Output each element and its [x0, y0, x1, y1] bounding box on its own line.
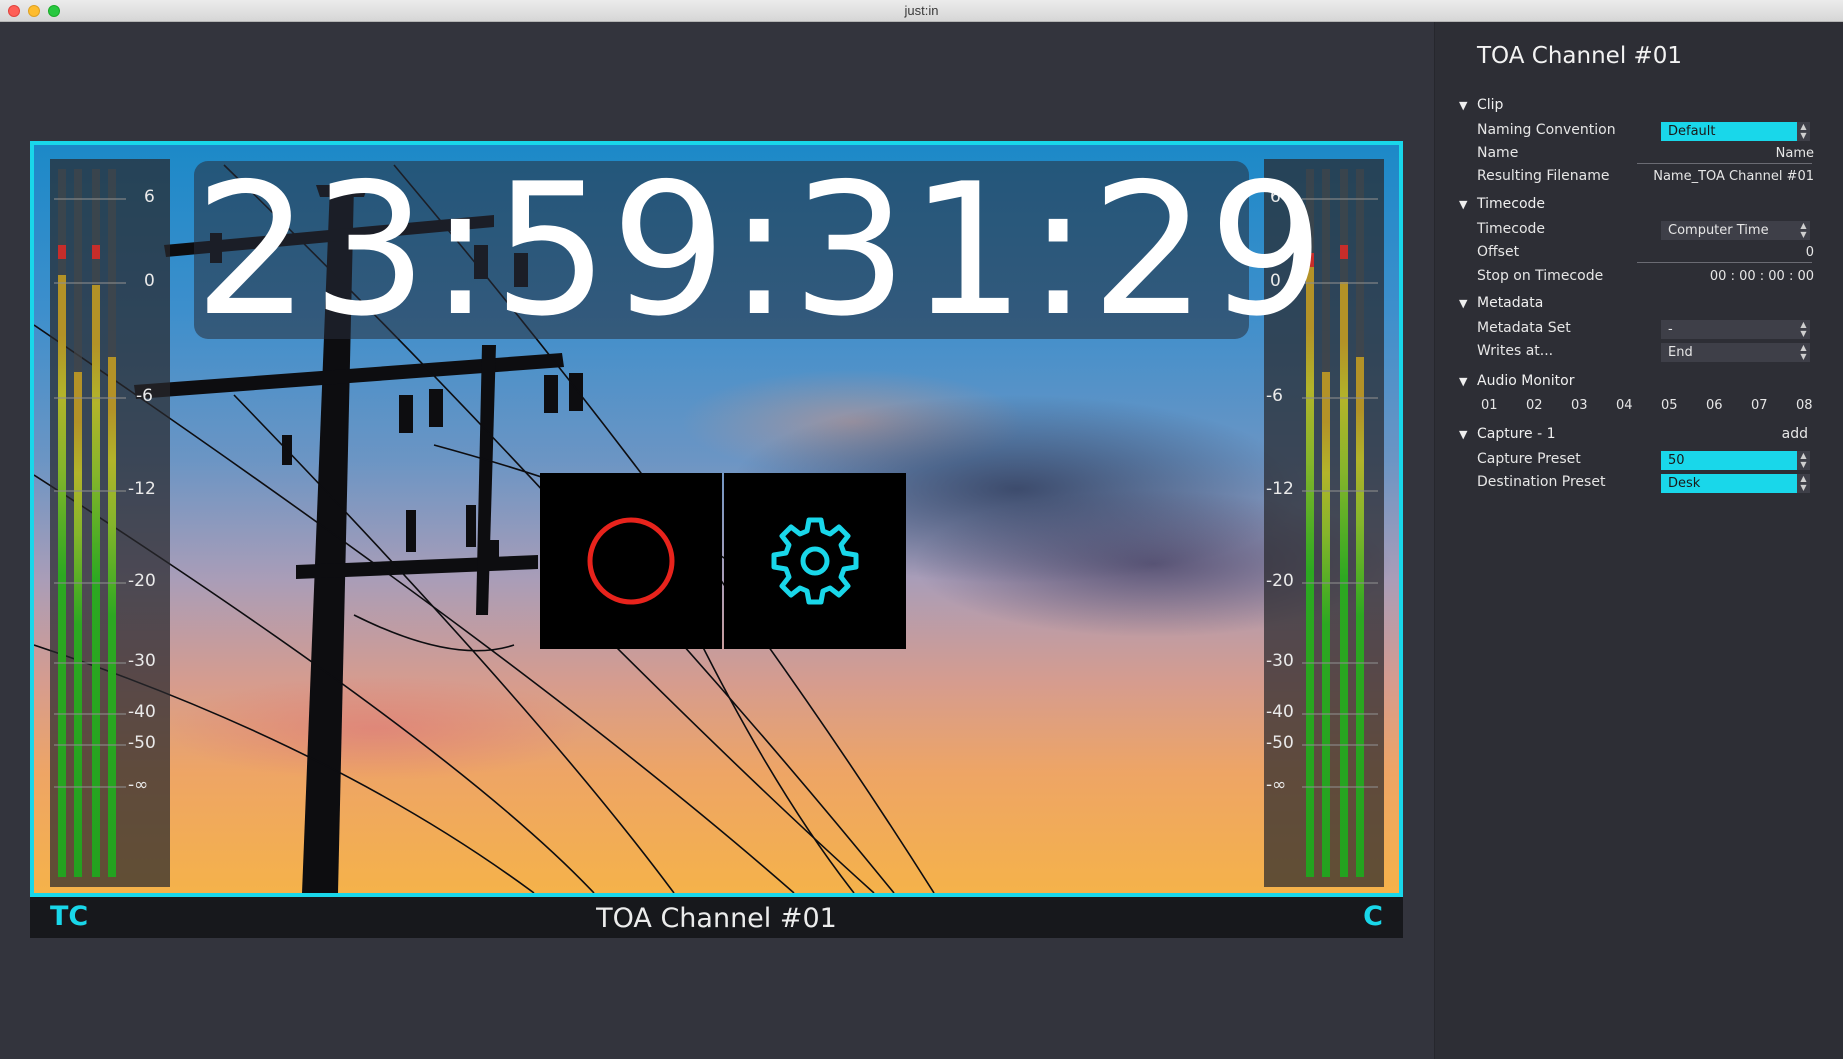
naming-convention-label: Naming Convention	[1477, 122, 1616, 138]
naming-convention-select[interactable]: Default	[1661, 122, 1801, 141]
settings-button[interactable]	[724, 473, 906, 649]
meter-scale-label: -50	[1266, 733, 1294, 753]
inspector-panel: TOA Channel #01 ▼ Clip Naming Convention …	[1434, 22, 1843, 1059]
offset-label: Offset	[1477, 244, 1520, 260]
offset-field[interactable]: 0	[1806, 245, 1814, 260]
meter-scale-label: 6	[144, 187, 155, 207]
capture-preset-select[interactable]: 50	[1661, 451, 1801, 470]
meter-scale-label: -30	[1266, 651, 1294, 671]
stepper-icon[interactable]: ▲ ▼	[1797, 343, 1810, 362]
meter-scale-label: -6	[136, 386, 153, 406]
channel-status-bar: TC TOA Channel #01 C	[30, 897, 1403, 938]
timecode-source-select[interactable]: Computer Time	[1661, 221, 1801, 240]
audio-channel-04[interactable]: 04	[1616, 398, 1633, 413]
stepper-icon[interactable]: ▲ ▼	[1797, 122, 1810, 141]
audio-channel-05[interactable]: 05	[1661, 398, 1678, 413]
window-titlebar: just:in	[0, 0, 1843, 22]
writes-at-select[interactable]: End	[1661, 343, 1801, 362]
stepper-icon[interactable]: ▲ ▼	[1797, 451, 1810, 470]
disclosure-triangle-icon: ▼	[1459, 198, 1468, 211]
writes-at-label: Writes at...	[1477, 343, 1554, 359]
metadata-set-label: Metadata Set	[1477, 320, 1571, 336]
stop-on-timecode-label: Stop on Timecode	[1477, 268, 1604, 284]
meter-bar	[58, 169, 66, 877]
meter-scale-label: -6	[1266, 386, 1283, 406]
metadata-set-select[interactable]: -	[1661, 320, 1801, 339]
stepper-icon[interactable]: ▲ ▼	[1797, 320, 1810, 339]
name-label: Name	[1477, 145, 1519, 161]
add-capture-button[interactable]: add	[1782, 426, 1808, 442]
audio-channel-08[interactable]: 08	[1796, 398, 1813, 413]
record-button[interactable]	[540, 473, 722, 649]
meter-bar	[1340, 169, 1348, 877]
audio-channel-02[interactable]: 02	[1526, 398, 1543, 413]
meter-scale-label: -12	[128, 479, 156, 499]
timecode-display: 23:59:31:29	[194, 144, 1327, 356]
stepper-icon[interactable]: ▲ ▼	[1797, 474, 1810, 493]
stepper-icon[interactable]: ▲ ▼	[1797, 221, 1810, 240]
resulting-filename-label: Resulting Filename	[1477, 168, 1610, 184]
record-circle-icon	[587, 517, 675, 605]
audio-channel-07[interactable]: 07	[1751, 398, 1768, 413]
meter-scale-label: -20	[1266, 571, 1294, 591]
disclosure-triangle-icon: ▼	[1459, 297, 1468, 310]
meter-scale-label: -12	[1266, 479, 1294, 499]
meter-scale-label: -∞	[1266, 775, 1287, 795]
name-field[interactable]: Name	[1776, 146, 1814, 161]
section-audio-monitor-toggle[interactable]: ▼ Audio Monitor	[1459, 373, 1574, 389]
channel-name: TOA Channel #01	[596, 903, 837, 934]
meter-scale-label: 0	[144, 271, 155, 291]
audio-channel-06[interactable]: 06	[1706, 398, 1723, 413]
stop-on-timecode-field[interactable]: 00 : 00 : 00 : 00	[1710, 269, 1814, 284]
audio-channel-03[interactable]: 03	[1571, 398, 1588, 413]
meter-scale-label: -50	[128, 733, 156, 753]
audio-meter-left: 6 0 -6 -12 -20 -30 -40 -50 -∞	[50, 159, 170, 887]
meter-scale-label: -20	[128, 571, 156, 591]
section-clip-toggle[interactable]: ▼ Clip	[1459, 97, 1503, 113]
window-title: just:in	[904, 3, 939, 18]
timecode-source-label: Timecode	[1477, 221, 1546, 237]
meter-bar	[74, 169, 82, 877]
panel-title: TOA Channel #01	[1477, 43, 1683, 69]
channel-indicator: C	[1363, 901, 1383, 932]
meter-scale-label: -30	[128, 651, 156, 671]
destination-preset-select[interactable]: Desk	[1661, 474, 1801, 493]
meter-scale-label: -40	[1266, 702, 1294, 722]
gear-icon	[771, 517, 859, 605]
disclosure-triangle-icon: ▼	[1459, 375, 1468, 388]
meter-bar	[108, 169, 116, 877]
video-preview[interactable]: 6 0 -6 -12 -20 -30 -40 -50 -∞ 6 0 -6 -12…	[30, 141, 1403, 897]
audio-channel-01[interactable]: 01	[1481, 398, 1498, 413]
meter-scale-label: -∞	[128, 775, 149, 795]
meter-scale-label: -40	[128, 702, 156, 722]
destination-preset-label: Destination Preset	[1477, 474, 1606, 490]
meter-bar	[1356, 169, 1364, 877]
timecode-overlay: 23:59:31:29	[194, 155, 1324, 345]
disclosure-triangle-icon: ▼	[1459, 428, 1468, 441]
resulting-filename-value: Name_TOA Channel #01	[1653, 169, 1814, 184]
capture-preset-label: Capture Preset	[1477, 451, 1581, 467]
section-metadata-toggle[interactable]: ▼ Metadata	[1459, 295, 1543, 311]
section-capture-toggle[interactable]: ▼ Capture - 1	[1459, 426, 1556, 442]
disclosure-triangle-icon: ▼	[1459, 99, 1468, 112]
meter-bar	[92, 169, 100, 877]
section-timecode-toggle[interactable]: ▼ Timecode	[1459, 196, 1545, 212]
